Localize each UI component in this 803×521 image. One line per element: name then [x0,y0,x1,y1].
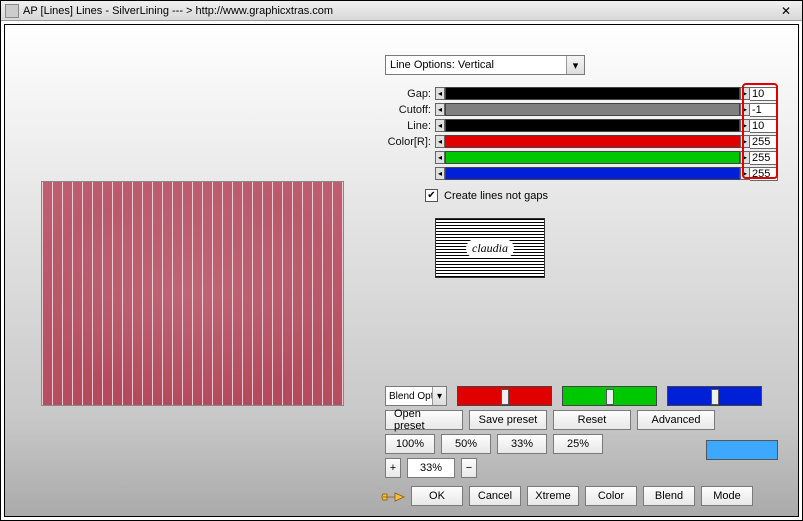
ok-button[interactable]: OK [411,486,463,506]
cancel-button[interactable]: Cancel [469,486,521,506]
author-logo-text: claudia [466,239,514,258]
r-slider[interactable] [445,135,740,148]
color-r-label: Color[R]: [385,136,435,148]
b-slider[interactable] [445,167,740,180]
r-value[interactable]: 255 [750,135,778,149]
line-slider-row: Line: ◂ ▸ 10 [385,118,778,133]
zoom-value-field[interactable]: 33% [407,458,455,478]
zoom-33-button[interactable]: 33% [497,434,547,454]
blend-blue-slider[interactable] [667,386,762,406]
zoom-plus-button[interactable]: + [385,458,401,478]
create-lines-row: ✔ Create lines not gaps [425,189,778,202]
cutoff-label: Cutoff: [385,104,435,116]
color-button[interactable]: Color [585,486,637,506]
create-lines-label: Create lines not gaps [444,190,548,202]
line-options-value: Line Options: Vertical [390,59,494,71]
action-row: OK Cancel Xtreme Color Blend Mode [385,486,778,506]
cutoff-slider[interactable] [445,103,740,116]
cutoff-value[interactable]: -1 [750,103,778,117]
r-dec[interactable]: ◂ [435,135,445,148]
preview-canvas [41,181,344,406]
blend-label: Blend Opti [389,391,436,402]
zoom-25-button[interactable]: 25% [553,434,603,454]
mode-button[interactable]: Mode [701,486,753,506]
color-swatch[interactable] [706,440,778,460]
line-options-dropdown[interactable]: Line Options: Vertical ▾ [385,55,585,75]
chevron-down-icon[interactable]: ▾ [566,56,584,74]
zoom-50-button[interactable]: 50% [441,434,491,454]
b-inc[interactable]: ▸ [740,167,750,180]
g-value[interactable]: 255 [750,151,778,165]
zoom-100-button[interactable]: 100% [385,434,435,454]
open-preset-button[interactable]: Open preset [385,410,463,430]
line-inc[interactable]: ▸ [740,119,750,132]
gap-slider[interactable] [445,87,740,100]
b-value[interactable]: 255 [750,167,778,181]
line-value[interactable]: 10 [750,119,778,133]
g-slider[interactable] [445,151,740,164]
chevron-down-icon[interactable]: ▾ [432,387,446,405]
client-area: Line Options: Vertical ▾ Gap: ◂ ▸ 10 Cut… [4,24,799,517]
close-button[interactable]: ✕ [774,3,798,19]
blend-options-dropdown[interactable]: Blend Opti ▾ [385,386,447,406]
r-inc[interactable]: ▸ [740,135,750,148]
g-inc[interactable]: ▸ [740,151,750,164]
pointing-hand-icon [381,488,405,506]
color-r-slider-row: Color[R]: ◂ ▸ 255 [385,134,778,149]
zoom-minus-button[interactable]: − [461,458,477,478]
g-dec[interactable]: ◂ [435,151,445,164]
gap-inc[interactable]: ▸ [740,87,750,100]
color-g-slider-row: ◂ ▸ 255 [385,150,778,165]
line-slider[interactable] [445,119,740,132]
gap-dec[interactable]: ◂ [435,87,445,100]
author-logo: claudia [435,218,545,278]
blend-row: Blend Opti ▾ [385,386,778,406]
controls-pane: Line Options: Vertical ▾ Gap: ◂ ▸ 10 Cut… [385,55,778,506]
window-title: AP [Lines] Lines - SilverLining --- > ht… [23,5,774,17]
line-label: Line: [385,120,435,132]
create-lines-checkbox[interactable]: ✔ [425,189,438,202]
cutoff-inc[interactable]: ▸ [740,103,750,116]
preset-row: Open preset Save preset Reset Advanced [385,410,778,430]
preview-lines-overlay [42,182,343,405]
reset-button[interactable]: Reset [553,410,631,430]
xtreme-button[interactable]: Xtreme [527,486,579,506]
b-dec[interactable]: ◂ [435,167,445,180]
advanced-button[interactable]: Advanced [637,410,715,430]
cutoff-slider-row: Cutoff: ◂ ▸ -1 [385,102,778,117]
gap-value[interactable]: 10 [750,87,778,101]
titlebar[interactable]: AP [Lines] Lines - SilverLining --- > ht… [1,1,802,21]
cutoff-dec[interactable]: ◂ [435,103,445,116]
bottom-controls: Blend Opti ▾ Open preset Save preset Res… [385,386,778,506]
blend-button[interactable]: Blend [643,486,695,506]
save-preset-button[interactable]: Save preset [469,410,547,430]
blend-green-slider[interactable] [562,386,657,406]
gap-label: Gap: [385,88,435,100]
color-b-slider-row: ◂ ▸ 255 [385,166,778,181]
plugin-window: AP [Lines] Lines - SilverLining --- > ht… [0,0,803,521]
blend-red-slider[interactable] [457,386,552,406]
gap-slider-row: Gap: ◂ ▸ 10 [385,86,778,101]
custom-zoom-row: + 33% − [385,458,778,478]
line-dec[interactable]: ◂ [435,119,445,132]
app-icon [5,4,19,18]
